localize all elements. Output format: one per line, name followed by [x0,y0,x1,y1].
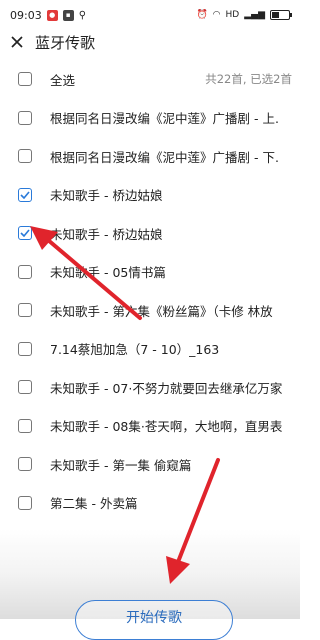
battery-icon [270,10,292,20]
song-checkbox[interactable] [18,110,32,125]
song-title: 未知歌手 - 第六集《粉丝篇》（卡修 林放 [50,303,273,319]
app-notification-icon: ● [46,9,58,21]
song-row[interactable]: 未知歌手 - 桥边姑娘 [0,214,300,253]
song-row[interactable]: 未知歌手 - 第六集《粉丝篇》（卡修 林放 [0,291,300,330]
song-title: 未知歌手 - 05情书篇 [50,265,166,281]
start-transfer-label: 开始传歌 [126,610,182,626]
alarm-icon: ⏰ [196,10,208,20]
song-title: 未知歌手 - 第一集 偷窥篇 [50,457,192,473]
song-title: 7.14蔡旭加急（7 - 10）_163 [50,342,220,358]
song-row[interactable]: 未知歌手 - 08集·苍天啊，大地啊，直男表 [0,407,300,446]
status-bar: 09:03 ● ▪ ⚲ ⏰ ◠ HD ▂▄▆ [0,0,300,30]
song-row[interactable]: 根据同名日漫改编《泥中莲》广播剧 - 下. [0,137,300,176]
song-checkbox[interactable] [18,495,32,510]
song-title: 第二集 - 外卖篇 [50,496,138,512]
song-checkbox[interactable] [18,187,32,202]
song-title: 根据同名日漫改编《泥中莲》广播剧 - 上. [50,111,279,127]
header: 蓝牙传歌 [0,30,300,54]
network-label: HD [225,10,240,20]
song-checkbox[interactable] [18,226,32,241]
song-row[interactable]: 未知歌手 - 第一集 偷窥篇 [0,445,300,484]
song-row[interactable]: 第二集 - 外卖篇 [0,484,300,523]
song-list: 全选 共22首, 已选2首 根据同名日漫改编《泥中莲》广播剧 - 上. 根据同名日… [0,60,300,522]
close-icon[interactable] [7,32,27,52]
song-row[interactable]: 7.14蔡旭加急（7 - 10）_163 [0,330,300,369]
signal-icon: ▂▄▆ [244,10,265,20]
song-title: 根据同名日漫改编《泥中莲》广播剧 - 下. [50,149,279,165]
song-checkbox[interactable] [18,380,32,395]
song-title: 未知歌手 - 08集·苍天啊，大地啊，直男表 [50,419,283,435]
select-all-row[interactable]: 全选 共22首, 已选2首 [0,60,300,99]
song-title: 未知歌手 - 桥边姑娘 [50,188,163,204]
selection-summary: 共22首, 已选2首 [205,72,292,87]
wifi-icon: ◠ [212,10,221,20]
song-title: 未知歌手 - 桥边姑娘 [50,226,163,242]
start-transfer-button[interactable]: 开始传歌 [75,600,233,640]
page-title: 蓝牙传歌 [35,33,96,52]
song-checkbox[interactable] [18,264,32,279]
notification-icon: ▪ [62,9,74,21]
song-title: 未知歌手 - 07·不努力就要回去继承亿万家 [50,380,283,396]
song-row[interactable]: 根据同名日漫改编《泥中莲》广播剧 - 上. [0,99,300,138]
song-checkbox[interactable] [18,341,32,356]
select-all-checkbox[interactable] [18,72,32,87]
arrow-head-2 [166,556,190,584]
song-checkbox[interactable] [18,303,32,318]
song-row[interactable]: 未知歌手 - 05情书篇 [0,253,300,292]
song-row[interactable]: 未知歌手 - 桥边姑娘 [0,176,300,215]
song-checkbox[interactable] [18,149,32,164]
song-row[interactable]: 未知歌手 - 07·不努力就要回去继承亿万家 [0,368,300,407]
search-icon: ⚲ [78,9,87,21]
song-checkbox[interactable] [18,457,32,472]
song-checkbox[interactable] [18,418,32,433]
status-time: 09:03 [10,8,42,22]
